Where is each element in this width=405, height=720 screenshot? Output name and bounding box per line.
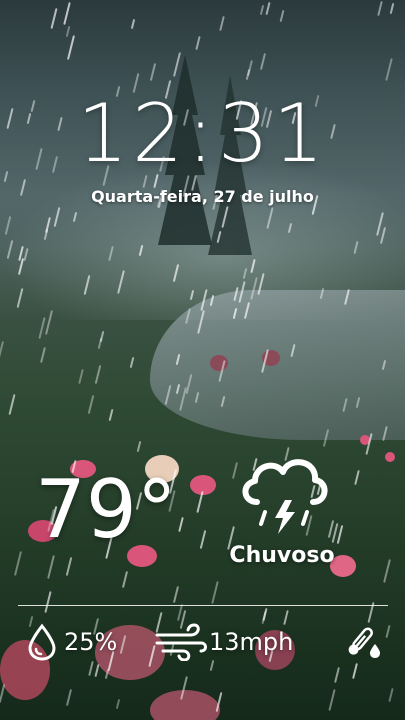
divider <box>18 605 388 606</box>
clock-date: Quarta-feira, 27 de julho <box>91 187 314 206</box>
flower <box>360 435 370 445</box>
humidity-value: 25% <box>64 628 118 656</box>
flower <box>150 690 220 720</box>
weather-condition: Chuvoso <box>229 543 335 568</box>
thunderstorm-cloud-icon <box>242 459 328 534</box>
wind-stat: 13mph <box>155 622 293 662</box>
feels-like-stat <box>346 622 382 662</box>
flower <box>190 475 216 495</box>
wind-value: 13mph <box>209 628 294 656</box>
humidity-stat: 25% <box>26 622 117 662</box>
flower <box>210 355 228 371</box>
flower <box>262 350 280 366</box>
lake <box>150 290 405 440</box>
water-drop-icon <box>28 623 56 661</box>
wind-icon <box>155 623 207 661</box>
clock-time: 12:31 <box>77 87 328 180</box>
thermometer-drop-icon <box>348 627 380 658</box>
lock-screen: 12:31 Quarta-feira, 27 de julho 79° Chuv… <box>0 0 405 720</box>
flower <box>385 452 395 462</box>
temperature: 79° <box>35 463 177 556</box>
